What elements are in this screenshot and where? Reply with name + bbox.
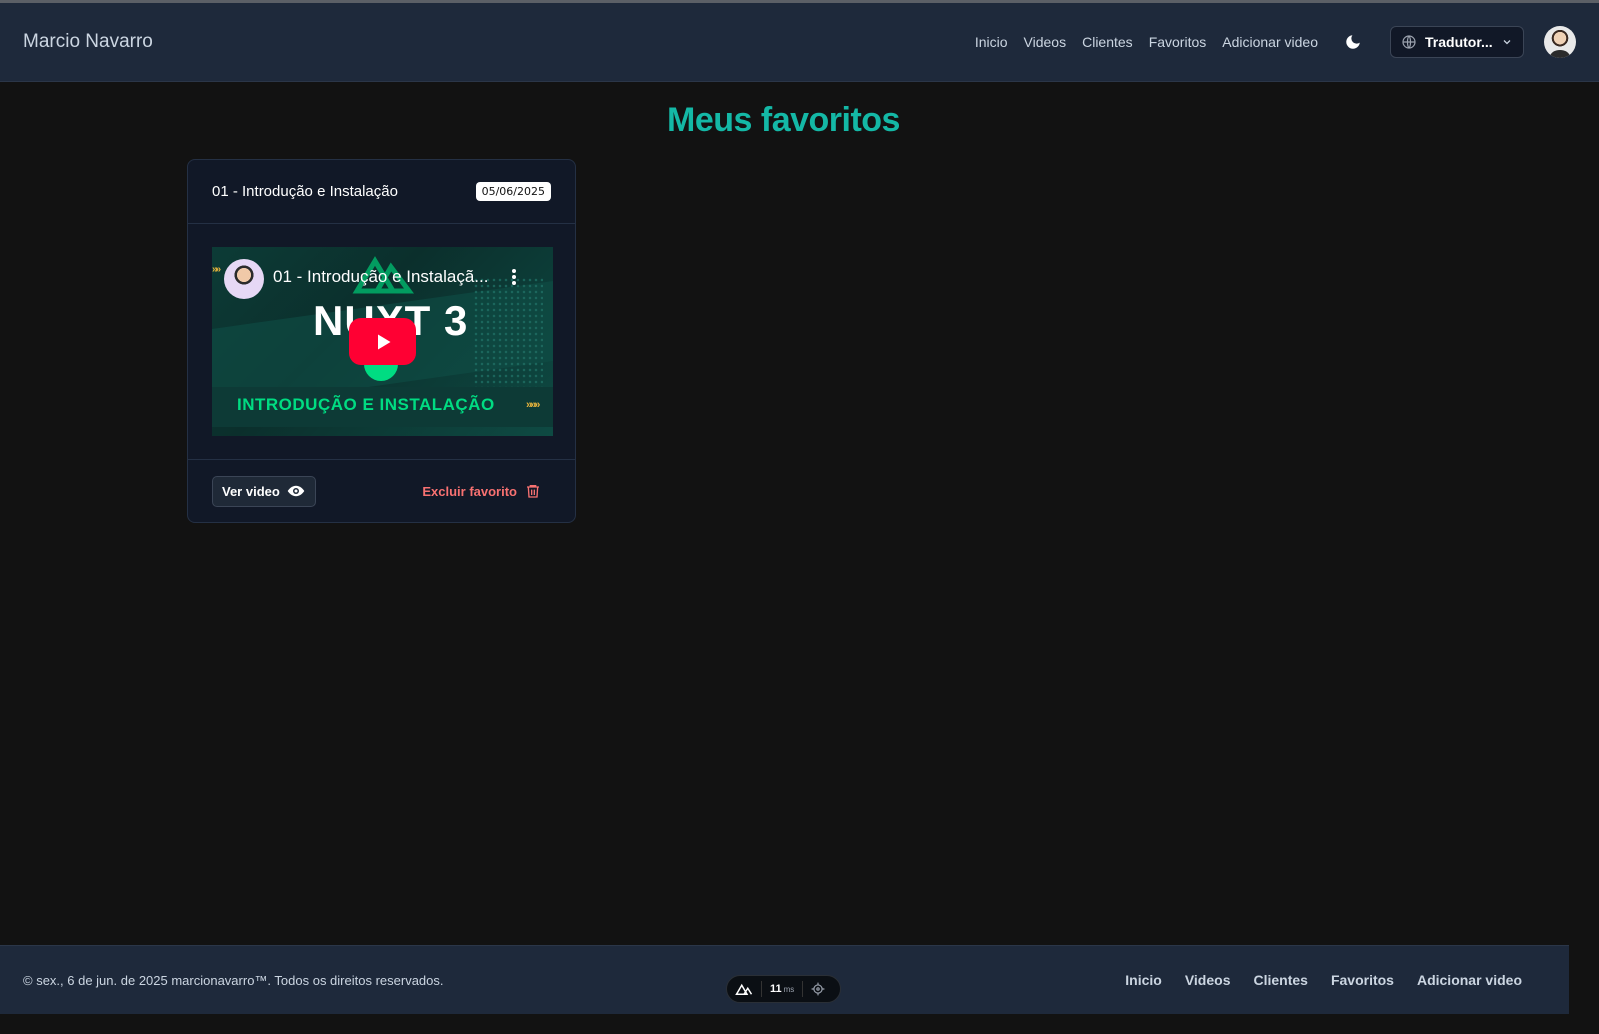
moon-icon <box>1346 35 1360 49</box>
trash-icon <box>527 485 539 498</box>
nav-link-favoritos[interactable]: Favoritos <box>1149 34 1207 50</box>
copyright-text: © sex., 6 de jun. de 2025 marcionavarro™… <box>23 972 444 988</box>
nuxt-devtools-bar[interactable]: 11 ms <box>726 975 841 1003</box>
render-time: 11 ms <box>770 983 795 995</box>
channel-avatar[interactable] <box>224 259 264 299</box>
footer-nav: Inicio Videos Clientes Favoritos Adicion… <box>1102 972 1546 988</box>
footer-link-videos[interactable]: Videos <box>1185 972 1231 988</box>
devbar-separator <box>761 981 762 997</box>
footer-link-adicionar-video[interactable]: Adicionar video <box>1417 972 1522 988</box>
footer-link-clientes[interactable]: Clientes <box>1253 972 1307 988</box>
play-button[interactable] <box>349 318 416 365</box>
thumb-arrows-right: »»» <box>526 399 540 411</box>
eye-icon <box>287 485 305 497</box>
main-nav: Inicio Videos Clientes Favoritos Adicion… <box>975 34 1318 50</box>
date-badge: 05/06/2025 <box>475 182 551 201</box>
user-avatar[interactable] <box>1544 26 1576 58</box>
delete-favorite-label: Excluir favorito <box>422 483 517 499</box>
thumb-arrows-left: »» <box>212 264 221 275</box>
card-header: 01 - Introdução e Instalação 05/06/2025 <box>188 160 575 224</box>
card-footer: Ver video Excluir favorito <box>188 460 575 522</box>
translator-label: Tradutor... <box>1425 34 1493 50</box>
nav-link-clientes[interactable]: Clientes <box>1082 34 1133 50</box>
inspect-target-icon[interactable] <box>811 982 825 996</box>
view-video-label: Ver video <box>222 483 280 499</box>
thumb-dots <box>473 277 543 387</box>
page-title: Meus favoritos <box>667 101 900 139</box>
nav-link-videos[interactable]: Videos <box>1024 34 1067 50</box>
footer-link-favoritos[interactable]: Favoritos <box>1331 972 1394 988</box>
card-body: »» 01 - Introdução e Instalaçã... NUXT 3… <box>188 224 575 460</box>
footer-link-inicio[interactable]: Inicio <box>1125 972 1162 988</box>
youtube-embed[interactable]: »» 01 - Introdução e Instalaçã... NUXT 3… <box>212 247 553 436</box>
play-icon <box>377 334 390 349</box>
translator-select[interactable]: Tradutor... <box>1390 26 1524 58</box>
view-video-button[interactable]: Ver video <box>212 475 316 507</box>
globe-icon <box>1402 35 1416 49</box>
nuxt-devtools-icon[interactable] <box>735 982 753 996</box>
chevron-down-icon <box>1503 40 1511 45</box>
delete-favorite-button[interactable]: Excluir favorito <box>422 482 551 500</box>
top-navbar: Marcio Navarro Inicio Videos Clientes Fa… <box>0 3 1599 82</box>
devbar-separator <box>802 981 804 997</box>
more-options-icon[interactable] <box>512 269 516 287</box>
nav-link-adicionar-video[interactable]: Adicionar video <box>1222 34 1318 50</box>
embed-video-title[interactable]: 01 - Introdução e Instalaçã... <box>273 267 488 287</box>
thumb-subtitle: INTRODUÇÃO E INSTALAÇÃO <box>237 395 495 414</box>
favorite-card: 01 - Introdução e Instalação 05/06/2025 … <box>187 159 576 523</box>
dark-mode-toggle[interactable] <box>1342 31 1364 53</box>
nav-link-inicio[interactable]: Inicio <box>975 34 1008 50</box>
brand-name[interactable]: Marcio Navarro <box>23 31 153 53</box>
video-title: 01 - Introdução e Instalação <box>212 183 398 200</box>
